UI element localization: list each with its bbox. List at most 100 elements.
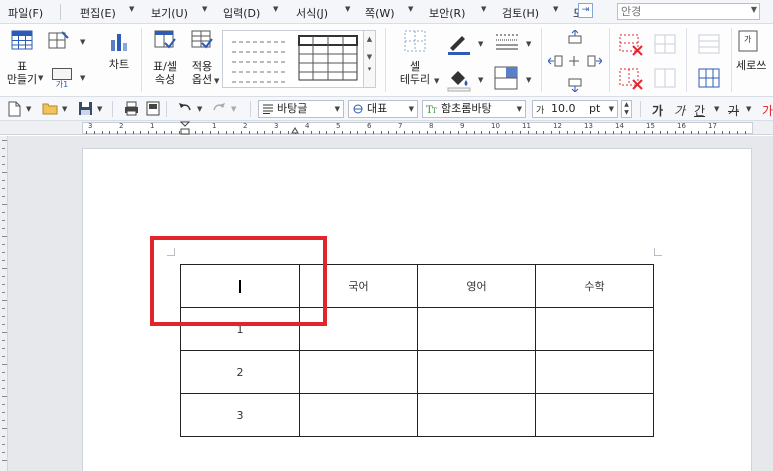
cell-shade-dropdown-icon[interactable]: ▼ — [526, 76, 531, 84]
open-folder-dropdown-icon[interactable]: ▼ — [62, 105, 67, 113]
font-language-dropdown-icon[interactable]: ▼ — [409, 101, 414, 117]
font-dropdown-icon[interactable]: ▼ — [517, 101, 522, 117]
menu-view[interactable]: 보기(U) — [151, 5, 188, 21]
menu-format[interactable]: 서식(J) — [296, 5, 328, 21]
split-cells-icon[interactable] — [654, 68, 676, 88]
style-dropdown-icon[interactable]: ▼ — [335, 101, 340, 117]
menu-security-arrow-icon[interactable]: ▼ — [481, 5, 486, 13]
table-cell[interactable] — [417, 393, 536, 437]
font-size-spinner[interactable]: ▲ ▼ — [621, 100, 632, 118]
menu-expand-icon[interactable]: ⇥ — [578, 3, 593, 18]
char-tag-button[interactable]: 가1 — [49, 68, 75, 90]
cell-width-icon[interactable] — [698, 68, 720, 88]
menu-file[interactable]: 파일(F) — [8, 5, 43, 21]
save-dropdown-icon[interactable]: ▼ — [97, 105, 102, 113]
menu-review[interactable]: 검토(H) — [502, 5, 539, 21]
table-cell[interactable] — [299, 350, 418, 394]
menu-review-arrow-icon[interactable]: ▼ — [553, 5, 558, 13]
table-edit-dropdown-icon[interactable]: ▼ — [80, 38, 85, 46]
menu-insert[interactable]: 입력(D) — [223, 5, 260, 21]
vertical-write-button[interactable]: 가 세로쓰 — [736, 30, 773, 72]
spin-down-icon[interactable]: ▼ — [622, 109, 631, 117]
delete-col-icon[interactable] — [619, 68, 645, 90]
new-document-dropdown-icon[interactable]: ▼ — [26, 105, 31, 113]
menu-edit-arrow-icon[interactable]: ▼ — [129, 5, 134, 13]
strikethrough-dropdown-icon[interactable]: ▼ — [746, 105, 751, 113]
spin-up-icon[interactable]: ▲ — [622, 101, 631, 109]
insert-col-left-icon[interactable] — [548, 54, 564, 68]
style-gallery-scroll[interactable]: ▲ ▼ ▾ — [364, 30, 376, 88]
menu-format-arrow-icon[interactable]: ▼ — [345, 5, 350, 13]
fill-color-icon[interactable] — [446, 68, 472, 92]
insert-col-right-icon[interactable] — [586, 54, 602, 68]
insert-row-below-icon[interactable] — [567, 78, 583, 92]
bold-button[interactable]: 가 — [652, 102, 663, 119]
indent-marker-icon[interactable] — [180, 121, 190, 135]
table-make-dropdown-icon[interactable]: ▼ — [38, 74, 43, 82]
line-style-dropdown-icon[interactable]: ▼ — [526, 40, 531, 48]
font-size-select[interactable]: 가 10.0 pt ▼ — [532, 100, 618, 118]
scroll-up-icon[interactable]: ▲ — [364, 35, 375, 43]
menu-view-arrow-icon[interactable]: ▼ — [202, 5, 207, 13]
font-color-button[interactable]: 가 — [762, 102, 773, 119]
table-edit-button[interactable] — [48, 30, 70, 53]
table-cell[interactable] — [535, 393, 654, 437]
font-select[interactable]: TT 함초롬바탕 ▼ — [422, 100, 526, 118]
table-cell[interactable]: 2 — [180, 350, 300, 394]
menu-insert-arrow-icon[interactable]: ▼ — [273, 5, 278, 13]
table-cell[interactable] — [417, 350, 536, 394]
right-indent-marker-icon[interactable] — [291, 127, 299, 134]
scroll-down-icon[interactable]: ▼ — [364, 53, 375, 61]
strikethrough-button[interactable]: 가 — [728, 102, 739, 119]
line-color-icon[interactable] — [446, 32, 472, 56]
table-props-button[interactable]: 표/셀 속성 — [148, 30, 182, 86]
scroll-more-icon[interactable]: ▾ — [364, 65, 375, 73]
print-preview-icon[interactable] — [146, 101, 160, 116]
vertical-ruler[interactable] — [0, 136, 8, 471]
search-box[interactable]: ▼ — [617, 3, 760, 20]
char-tag-dropdown-icon[interactable]: ▼ — [80, 74, 85, 82]
italic-button[interactable]: 가 — [674, 102, 685, 119]
table-cell[interactable] — [299, 393, 418, 437]
underline-button[interactable]: 간 — [694, 102, 705, 119]
table-cell[interactable] — [535, 350, 654, 394]
table-header-cell[interactable]: 영어 — [417, 264, 536, 308]
underline-dropdown-icon[interactable]: ▼ — [714, 105, 719, 113]
table-style-preview-plain[interactable] — [226, 32, 292, 88]
menu-page[interactable]: 쪽(W) — [365, 5, 395, 21]
cell-shade-icon[interactable] — [494, 66, 518, 90]
table-header-cell[interactable]: 수학 — [535, 264, 654, 308]
delete-row-icon[interactable] — [619, 34, 645, 56]
table-cell[interactable] — [535, 307, 654, 351]
search-dropdown-icon[interactable]: ▼ — [751, 5, 757, 14]
table-style-gallery[interactable] — [222, 30, 364, 88]
font-size-dropdown-icon[interactable]: ▼ — [609, 101, 614, 117]
insert-plus-icon[interactable] — [566, 54, 582, 68]
redo-dropdown-icon[interactable]: ▼ — [231, 105, 236, 113]
table-cell[interactable] — [417, 307, 536, 351]
menu-page-arrow-icon[interactable]: ▼ — [408, 5, 413, 13]
apply-options-dropdown-icon[interactable]: ▼ — [214, 77, 219, 85]
open-folder-icon[interactable] — [42, 101, 58, 115]
menu-security[interactable]: 보안(R) — [429, 5, 465, 21]
menu-edit[interactable]: 편집(E) — [80, 5, 116, 21]
line-style-icon[interactable] — [494, 32, 520, 52]
print-icon[interactable] — [124, 101, 139, 116]
cell-height-icon[interactable] — [698, 34, 720, 54]
cell-border-dropdown-icon[interactable]: ▼ — [434, 77, 439, 85]
merge-cells-icon[interactable] — [654, 34, 676, 54]
redo-icon[interactable] — [212, 101, 226, 115]
style-select[interactable]: 바탕글 ▼ — [258, 100, 344, 118]
horizontal-ruler[interactable]: 3 2 1 1 2 3 4 5 6 7 8 9 10 11 12 13 14 15 16 17 — [0, 121, 773, 135]
undo-icon[interactable] — [178, 101, 192, 115]
insert-row-above-icon[interactable] — [567, 30, 583, 44]
save-icon[interactable] — [78, 101, 93, 116]
table-make-button[interactable]: 표 만들기 — [4, 30, 40, 86]
table-style-preview-grid[interactable] — [295, 32, 361, 88]
fill-color-dropdown-icon[interactable]: ▼ — [478, 76, 483, 84]
cell-border-button[interactable]: 셀 테두리 — [396, 30, 434, 86]
font-language-select[interactable]: 대표 ▼ — [348, 100, 418, 118]
chart-button[interactable]: 차트 — [104, 32, 134, 71]
line-color-dropdown-icon[interactable]: ▼ — [478, 40, 483, 48]
table-cell[interactable]: 3 — [180, 393, 300, 437]
